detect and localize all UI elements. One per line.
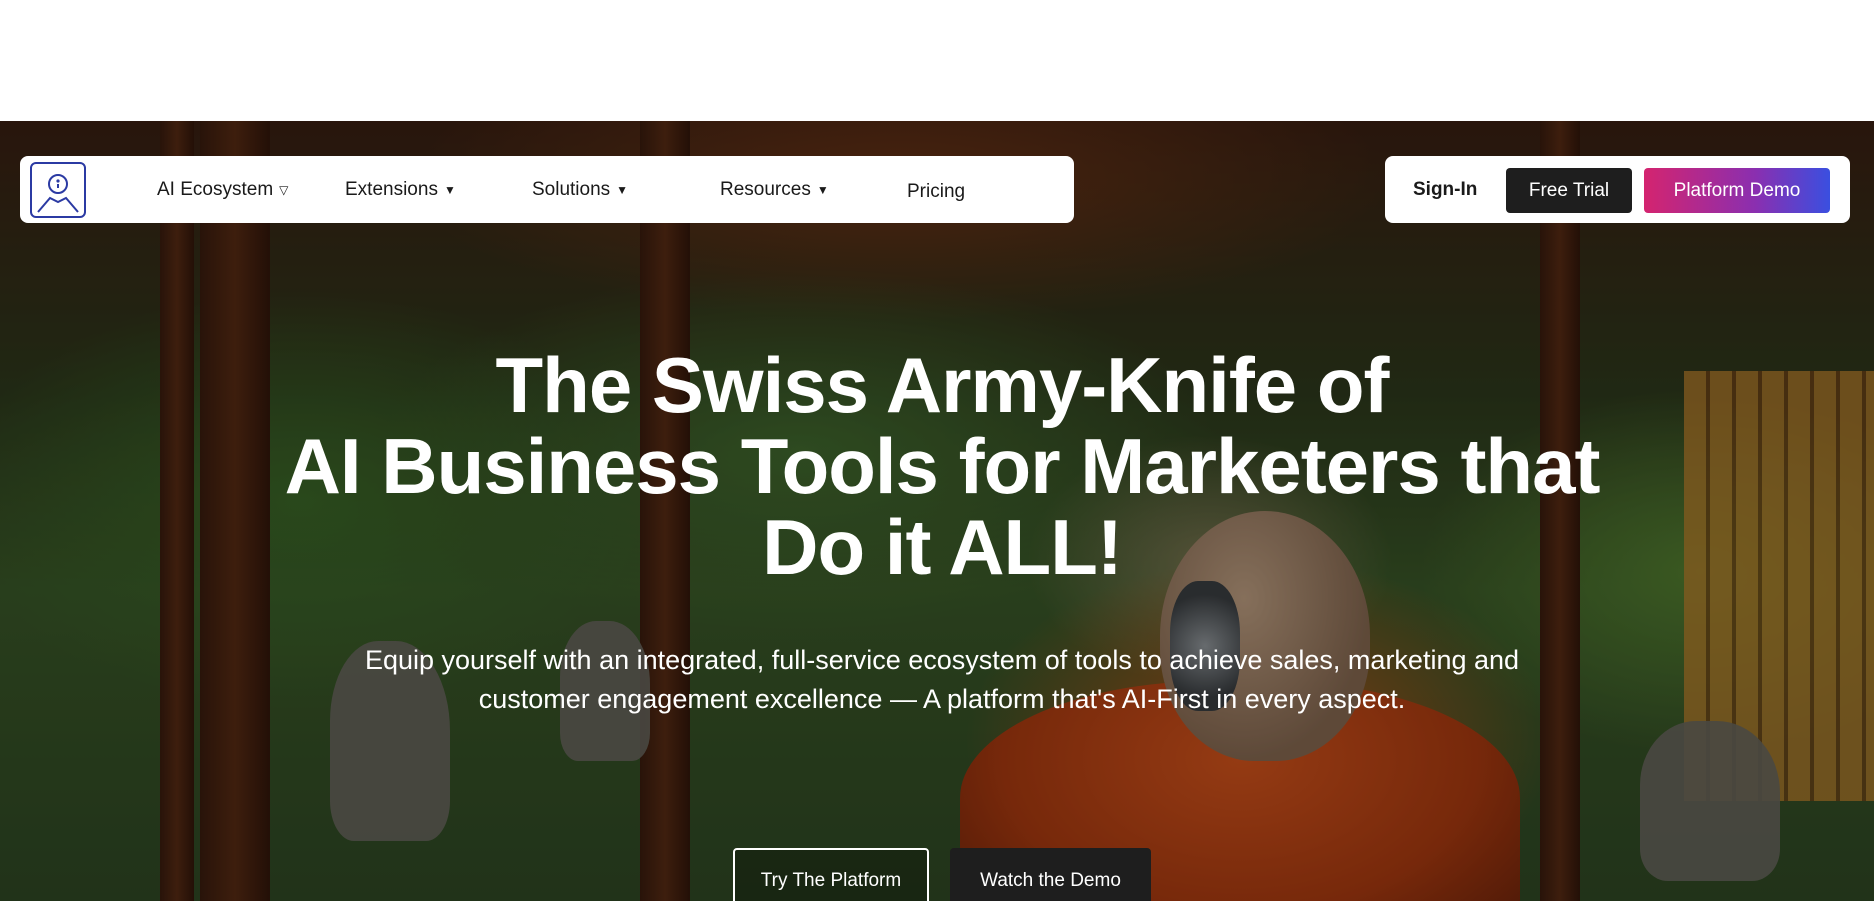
- watch-demo-button[interactable]: Watch the Demo: [950, 848, 1151, 901]
- platform-demo-button[interactable]: Platform Demo: [1644, 168, 1830, 213]
- subtext-line: customer engagement excellence — A platf…: [478, 684, 1406, 714]
- page: AI Ecosystem ▽ Extensions ▼ Solutions ▼ …: [0, 0, 1874, 901]
- nav-item-resources[interactable]: Resources ▼: [720, 156, 829, 223]
- nav-item-label: Extensions: [345, 178, 438, 200]
- sign-in-link[interactable]: Sign-In: [1413, 156, 1477, 223]
- headline-line: Do it ALL!: [762, 503, 1123, 591]
- try-platform-button[interactable]: Try The Platform: [733, 848, 929, 901]
- caret-down-icon: ▼: [443, 182, 456, 197]
- headline-line: The Swiss Army-Knife of: [495, 341, 1390, 429]
- chevron-down-outline-icon: ▽: [279, 182, 289, 197]
- hero-subtext: Equip yourself with an integrated, full-…: [0, 641, 1874, 719]
- nav-item-pricing[interactable]: Pricing: [907, 158, 965, 225]
- free-trial-button[interactable]: Free Trial: [1506, 168, 1632, 213]
- hero-headline: The Swiss Army-Knife of AI Business Tool…: [0, 345, 1874, 588]
- nav-item-label: AI Ecosystem: [157, 178, 274, 200]
- nav-item-label: Pricing: [907, 180, 966, 202]
- logo[interactable]: [30, 162, 86, 218]
- nav-item-label: Solutions: [532, 178, 611, 200]
- subtext-line: Equip yourself with an integrated, full-…: [364, 645, 1520, 675]
- top-blank-area: [0, 0, 1874, 121]
- caret-down-icon: ▼: [816, 182, 829, 197]
- main-nav: AI Ecosystem ▽ Extensions ▼ Solutions ▼ …: [20, 156, 1074, 223]
- nav-item-solutions[interactable]: Solutions ▼: [532, 156, 628, 223]
- headline-line: AI Business Tools for Marketers that: [284, 422, 1601, 510]
- user-avatar-icon: [37, 174, 79, 213]
- account-nav: Sign-In Free Trial Platform Demo: [1385, 156, 1850, 223]
- caret-down-icon: ▼: [616, 182, 629, 197]
- nav-item-ai-ecosystem[interactable]: AI Ecosystem ▽: [157, 156, 288, 223]
- nav-item-extensions[interactable]: Extensions ▼: [345, 156, 456, 223]
- nav-item-label: Resources: [720, 178, 811, 200]
